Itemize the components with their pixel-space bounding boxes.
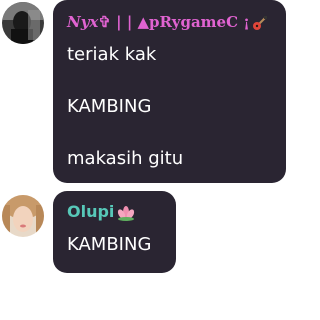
username-olupi[interactable]: Olupi <box>67 202 136 221</box>
username-text: Nyx <box>67 13 99 31</box>
user-avatar-image <box>2 2 44 44</box>
message-line: teriak kak <box>67 44 157 65</box>
username-decoration: ✞ | | ▲pRygameC ¡ <box>98 13 250 31</box>
avatar-nyx[interactable] <box>2 2 44 44</box>
username-nyx[interactable]: Nyx✞ | | ▲pRygameC ¡ <box>67 13 268 31</box>
user-avatar-image <box>2 195 44 237</box>
guitar-icon <box>252 15 268 31</box>
message-bubble: Nyx✞ | | ▲pRygameC ¡ teriak kak KAMBING … <box>53 0 286 183</box>
lotus-icon <box>116 205 136 221</box>
message-line: KAMBING <box>67 234 152 255</box>
avatar-olupi[interactable] <box>2 195 44 237</box>
message-line: KAMBING <box>67 96 152 117</box>
message-bubble: Olupi KAMBING <box>53 191 176 273</box>
message-line: makasih gitu <box>67 148 184 169</box>
username-text: Olupi <box>67 202 115 221</box>
